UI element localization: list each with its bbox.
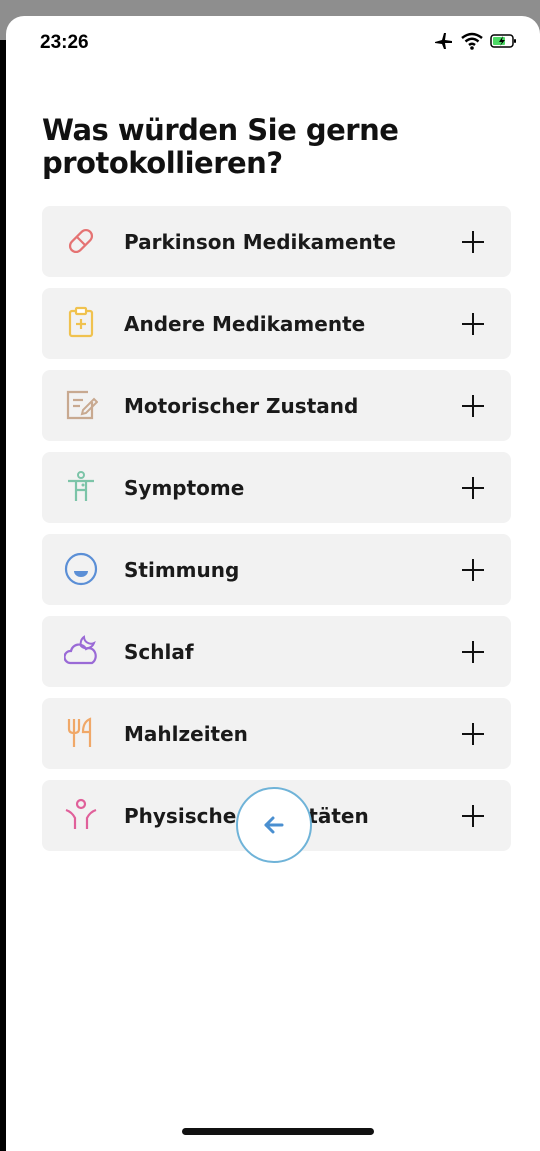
- plus-icon[interactable]: [459, 310, 487, 338]
- app-screen: 23:26 Was würden Sie gerne protokolliere…: [6, 16, 540, 1151]
- item-label: Mahlzeiten: [124, 722, 248, 746]
- plus-icon[interactable]: [459, 228, 487, 256]
- status-time: 23:26: [40, 32, 89, 53]
- item-label: Parkinson Medikamente: [124, 230, 396, 254]
- clipboard-plus-icon: [64, 306, 98, 340]
- airplane-icon: [435, 33, 452, 49]
- page-title: Was würden Sie gerne protokollieren?: [42, 113, 399, 180]
- mood-icon: [64, 552, 98, 586]
- wifi-icon: [461, 32, 483, 50]
- log-category-list: Parkinson Medikamente Andere Medikamente: [42, 206, 511, 862]
- moon-cloud-icon: [64, 634, 98, 668]
- battery-charging-icon: [490, 34, 516, 48]
- item-label: Andere Medikamente: [124, 312, 366, 336]
- back-button[interactable]: [236, 787, 312, 863]
- item-label: Stimmung: [124, 558, 240, 582]
- plus-icon[interactable]: [459, 802, 487, 830]
- edit-note-icon: [64, 388, 98, 422]
- plus-icon[interactable]: [459, 638, 487, 666]
- list-item-schlaf[interactable]: Schlaf: [42, 616, 511, 687]
- plus-icon[interactable]: [459, 556, 487, 584]
- item-label: Symptome: [124, 476, 245, 500]
- home-indicator: [182, 1128, 374, 1135]
- list-item-symptome[interactable]: Symptome: [42, 452, 511, 523]
- list-item-motorischer-zustand[interactable]: Motorischer Zustand: [42, 370, 511, 441]
- plus-icon[interactable]: [459, 392, 487, 420]
- item-label: Schlaf: [124, 640, 194, 664]
- list-item-parkinson-medikamente[interactable]: Parkinson Medikamente: [42, 206, 511, 277]
- status-icons: [434, 32, 518, 50]
- plus-icon[interactable]: [459, 720, 487, 748]
- fork-knife-icon: [64, 716, 98, 750]
- list-item-andere-medikamente[interactable]: Andere Medikamente: [42, 288, 511, 359]
- arrow-left-icon: [264, 816, 284, 834]
- activity-icon: [64, 798, 98, 832]
- status-bar: 23:26: [6, 16, 540, 56]
- list-item-stimmung[interactable]: Stimmung: [42, 534, 511, 605]
- item-label: Motorischer Zustand: [124, 394, 359, 418]
- person-icon: [64, 470, 98, 504]
- pill-icon: [64, 224, 98, 258]
- plus-icon[interactable]: [459, 474, 487, 502]
- list-item-mahlzeiten[interactable]: Mahlzeiten: [42, 698, 511, 769]
